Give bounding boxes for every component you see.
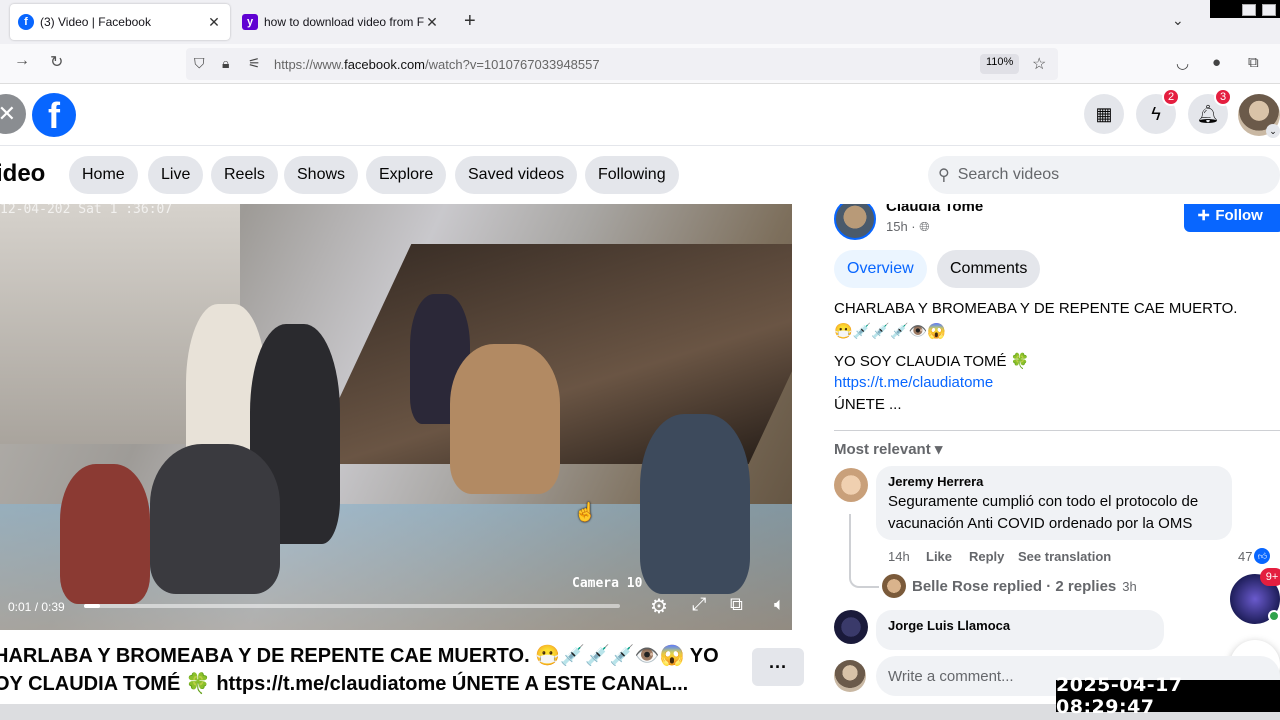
- pill-home[interactable]: Home: [69, 156, 138, 194]
- facebook-header: ✕ f ▦ ϟ 2 🔔︎ 3 ⌄: [0, 84, 1280, 146]
- post-panel: Claudia Tomé 15h · 🌐︎ ➕︎ Follow Overview …: [816, 204, 1280, 720]
- restore-icon[interactable]: [1242, 4, 1256, 16]
- notifications-bell-icon[interactable]: 🔔︎ 3: [1188, 88, 1232, 134]
- reply-thread-line: [849, 514, 879, 588]
- tab-title: (3) Video | Facebook: [40, 15, 151, 29]
- extensions-icon[interactable]: ⧉: [1248, 54, 1259, 71]
- comment-likes[interactable]: 47 👍︎: [1238, 548, 1271, 564]
- maximize-icon[interactable]: [1262, 4, 1276, 16]
- browser-tab-bar: f (3) Video | Facebook ✕ y how to downlo…: [0, 0, 1280, 44]
- reply-comment-button[interactable]: Reply: [969, 549, 1004, 564]
- facebook-logo[interactable]: f: [32, 93, 76, 137]
- picture-in-picture-icon[interactable]: ⧉: [730, 594, 743, 615]
- camera-label: Camera 10: [572, 576, 643, 591]
- video-time: 0:01 / 0:39: [8, 600, 65, 614]
- permissions-icon[interactable]: ⚟: [248, 55, 261, 72]
- lock-icon[interactable]: 🔒︎: [222, 55, 229, 72]
- comment-sort-dropdown[interactable]: Most relevant ▾: [834, 440, 942, 458]
- chevron-down-icon[interactable]: ⌄: [1266, 124, 1280, 138]
- video-progress-bar[interactable]: [84, 604, 620, 608]
- post-time: 15h · 🌐︎: [886, 219, 930, 234]
- post-emoji-line: 😷💉💉💉👁️😱: [834, 323, 947, 340]
- facebook-favicon-icon: f: [18, 14, 34, 30]
- new-tab-icon[interactable]: +: [464, 10, 476, 33]
- chat-badge: 9+: [1260, 568, 1280, 586]
- forward-arrow-icon[interactable]: →: [14, 52, 30, 70]
- see-translation-button[interactable]: See translation: [1018, 549, 1111, 564]
- follow-button[interactable]: ➕︎ Follow: [1184, 204, 1280, 232]
- chevron-down-icon[interactable]: ⌄: [1172, 12, 1184, 29]
- close-icon[interactable]: ✕: [0, 94, 26, 134]
- thumbs-up-icon: 👍︎: [1254, 548, 1271, 564]
- video-player[interactable]: 12-04-202 Sat 1 :36:07 Camera 10 0:01 / …: [0, 204, 816, 630]
- reload-icon[interactable]: ↻: [50, 52, 63, 72]
- post-text-line: YO SOY CLAUDIA TOMÉ 🍀: [834, 353, 1030, 370]
- account-icon[interactable]: ●: [1212, 54, 1221, 71]
- messenger-badge: 2: [1162, 88, 1180, 106]
- tab-overview[interactable]: Overview: [834, 250, 927, 288]
- search-icon: ⚲: [938, 167, 950, 184]
- pocket-icon[interactable]: ◡: [1176, 54, 1189, 72]
- globe-icon: 🌐︎: [919, 219, 930, 234]
- search-videos-input[interactable]: ⚲ Search videos: [928, 156, 1280, 194]
- menu-grid-icon[interactable]: ▦: [1084, 94, 1124, 134]
- url-bar[interactable]: ⛉ 🔒︎ ⚟ https://www.facebook.com/watch?v=…: [186, 48, 1058, 80]
- add-user-icon: ➕︎: [1198, 206, 1210, 224]
- tab-yahoo-search[interactable]: y how to download video from F ✕: [234, 4, 448, 40]
- view-replies-button[interactable]: Belle Rose replied · 2 replies 3h: [882, 574, 1137, 598]
- more-options-button[interactable]: ···: [752, 648, 804, 686]
- comment-time[interactable]: 14h: [888, 549, 910, 564]
- pill-saved-videos[interactable]: Saved videos: [455, 156, 578, 194]
- replier-avatar: [882, 574, 906, 598]
- tab-facebook-video[interactable]: f (3) Video | Facebook ✕: [10, 4, 230, 40]
- zoom-level[interactable]: 110%: [980, 54, 1020, 74]
- shield-icon[interactable]: ⛉: [194, 55, 205, 72]
- see-more-text[interactable]: ÚNETE ...: [834, 396, 902, 413]
- close-tab-icon[interactable]: ✕: [424, 14, 440, 31]
- bookmark-star-icon[interactable]: ☆: [1032, 54, 1046, 74]
- tab-comments[interactable]: Comments: [937, 250, 1041, 288]
- video-timestamp-overlay: 12-04-202 Sat 1 :36:07: [0, 204, 173, 217]
- video-frame[interactable]: 12-04-202 Sat 1 :36:07 Camera 10 0:01 / …: [0, 204, 816, 630]
- like-comment-button[interactable]: Like: [926, 549, 952, 564]
- url-text[interactable]: https://www.facebook.com/watch?v=1010767…: [274, 57, 600, 72]
- settings-gear-icon[interactable]: ⚙: [650, 594, 668, 619]
- my-avatar: [834, 660, 866, 692]
- window-controls: [1210, 0, 1280, 18]
- online-status-dot: [1268, 610, 1280, 622]
- notifications-badge: 3: [1214, 88, 1232, 106]
- tab-title: how to download video from F: [264, 15, 424, 29]
- commenter-avatar[interactable]: [834, 610, 868, 644]
- messenger-icon[interactable]: ϟ 2: [1136, 88, 1180, 134]
- comment-bubble: Jeremy Herrera Seguramente cumplió con t…: [876, 466, 1232, 540]
- pill-reels[interactable]: Reels: [211, 156, 278, 194]
- fullscreen-icon[interactable]: ⤢: [692, 594, 706, 615]
- caret-down-icon: ▾: [934, 441, 943, 458]
- author-name[interactable]: Claudia Tomé: [886, 204, 983, 215]
- yahoo-favicon-icon: y: [242, 14, 258, 30]
- pill-shows[interactable]: Shows: [284, 156, 359, 194]
- pill-following[interactable]: Following: [585, 156, 679, 194]
- video-caption: HARLABA Y BROMEABA Y DE REPENTE CAE MUER…: [0, 645, 719, 695]
- close-tab-icon[interactable]: ✕: [206, 14, 222, 31]
- capture-timestamp: 2025-04-17 08:29:47: [1056, 674, 1280, 718]
- volume-icon[interactable]: 🔈︎: [774, 594, 785, 615]
- commenter-avatar[interactable]: [834, 468, 868, 502]
- pill-live[interactable]: Live: [148, 156, 204, 194]
- comment-bubble: Jorge Luis Llamoca: [876, 610, 1164, 650]
- page-title: ideo: [0, 160, 46, 187]
- mouse-cursor-icon: ☝: [574, 502, 597, 522]
- author-avatar[interactable]: [834, 204, 876, 240]
- post-link[interactable]: https://t.me/claudiatome: [834, 374, 993, 391]
- video-progress-fill: [84, 604, 101, 608]
- post-text-line: CHARLABA Y BROMEABA Y DE REPENTE CAE MUE…: [834, 300, 1238, 317]
- pill-explore[interactable]: Explore: [366, 156, 447, 194]
- browser-nav-bar: → ↻ ⛉ 🔒︎ ⚟ https://www.facebook.com/watc…: [0, 44, 1280, 84]
